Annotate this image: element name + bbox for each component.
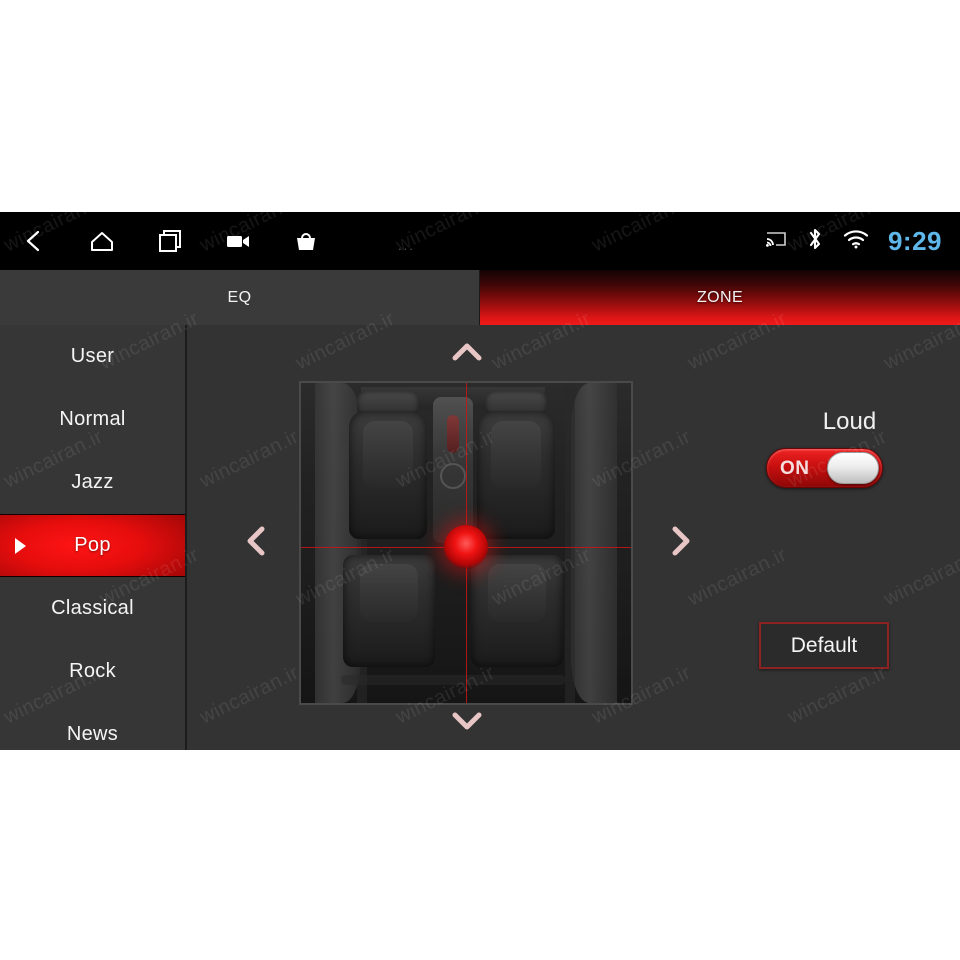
chevron-up-icon[interactable]: [444, 330, 490, 376]
home-icon: [88, 228, 116, 254]
car-cabin-balance-map[interactable]: [299, 381, 633, 705]
tab-eq[interactable]: EQ: [0, 270, 480, 325]
apps-button[interactable]: [272, 212, 340, 270]
home-button[interactable]: [68, 212, 136, 270]
zone-balance-stage: Loud ON Default: [187, 325, 960, 750]
preset-label: Jazz: [71, 471, 114, 493]
screen-record-button[interactable]: [204, 212, 272, 270]
head-unit-screen: ... 9:29 EQ ZONE User Normal Jazz Pop Cl…: [0, 212, 960, 750]
preset-label: Rock: [69, 660, 116, 682]
loud-toggle-state: ON: [780, 458, 810, 479]
tab-zone-label: ZONE: [696, 288, 744, 306]
loud-toggle[interactable]: ON: [766, 448, 883, 488]
preset-item-classical[interactable]: Classical: [0, 577, 185, 640]
eq-preset-list: User Normal Jazz Pop Classical Rock News: [0, 325, 187, 750]
status-clock: 9:29: [887, 226, 942, 256]
system-status-icons: 9:29: [765, 212, 942, 270]
preset-item-rock[interactable]: Rock: [0, 640, 185, 703]
cast-icon[interactable]: [765, 230, 787, 253]
tab-zone[interactable]: ZONE: [480, 270, 960, 325]
preset-label: Classical: [51, 597, 134, 619]
preset-item-user[interactable]: User: [0, 325, 185, 388]
preset-item-normal[interactable]: Normal: [0, 388, 185, 451]
zone-controls: Loud ON Default: [739, 325, 960, 750]
overflow-indicator: ...: [398, 238, 415, 253]
shopping-bag-icon: [293, 229, 319, 253]
default-button-label: Default: [790, 633, 858, 657]
navigation-buttons: [0, 212, 340, 270]
status-bar: ... 9:29: [0, 212, 960, 270]
loud-label: Loud: [822, 408, 877, 435]
chevron-left-icon[interactable]: [233, 518, 279, 564]
preset-item-news[interactable]: News: [0, 703, 185, 750]
tab-eq-label: EQ: [227, 288, 252, 306]
preset-item-pop[interactable]: Pop: [0, 514, 185, 577]
back-button[interactable]: [0, 212, 68, 270]
tab-bar: EQ ZONE: [0, 270, 960, 325]
preset-label: News: [66, 723, 119, 745]
recents-button[interactable]: [136, 212, 204, 270]
video-camera-icon: [224, 231, 252, 251]
preset-label: Pop: [74, 534, 111, 556]
chevron-right-icon[interactable]: [658, 518, 704, 564]
preset-label: Normal: [59, 408, 126, 430]
sound-position-marker[interactable]: [444, 525, 488, 569]
back-icon: [21, 228, 47, 254]
default-button[interactable]: Default: [759, 622, 889, 669]
toggle-knob: [827, 452, 879, 484]
play-triangle-icon: [15, 537, 26, 554]
bluetooth-icon[interactable]: [806, 227, 824, 256]
preset-label: User: [70, 345, 115, 367]
recents-icon: [156, 228, 184, 254]
wifi-icon[interactable]: [843, 229, 869, 254]
preset-item-jazz[interactable]: Jazz: [0, 451, 185, 514]
